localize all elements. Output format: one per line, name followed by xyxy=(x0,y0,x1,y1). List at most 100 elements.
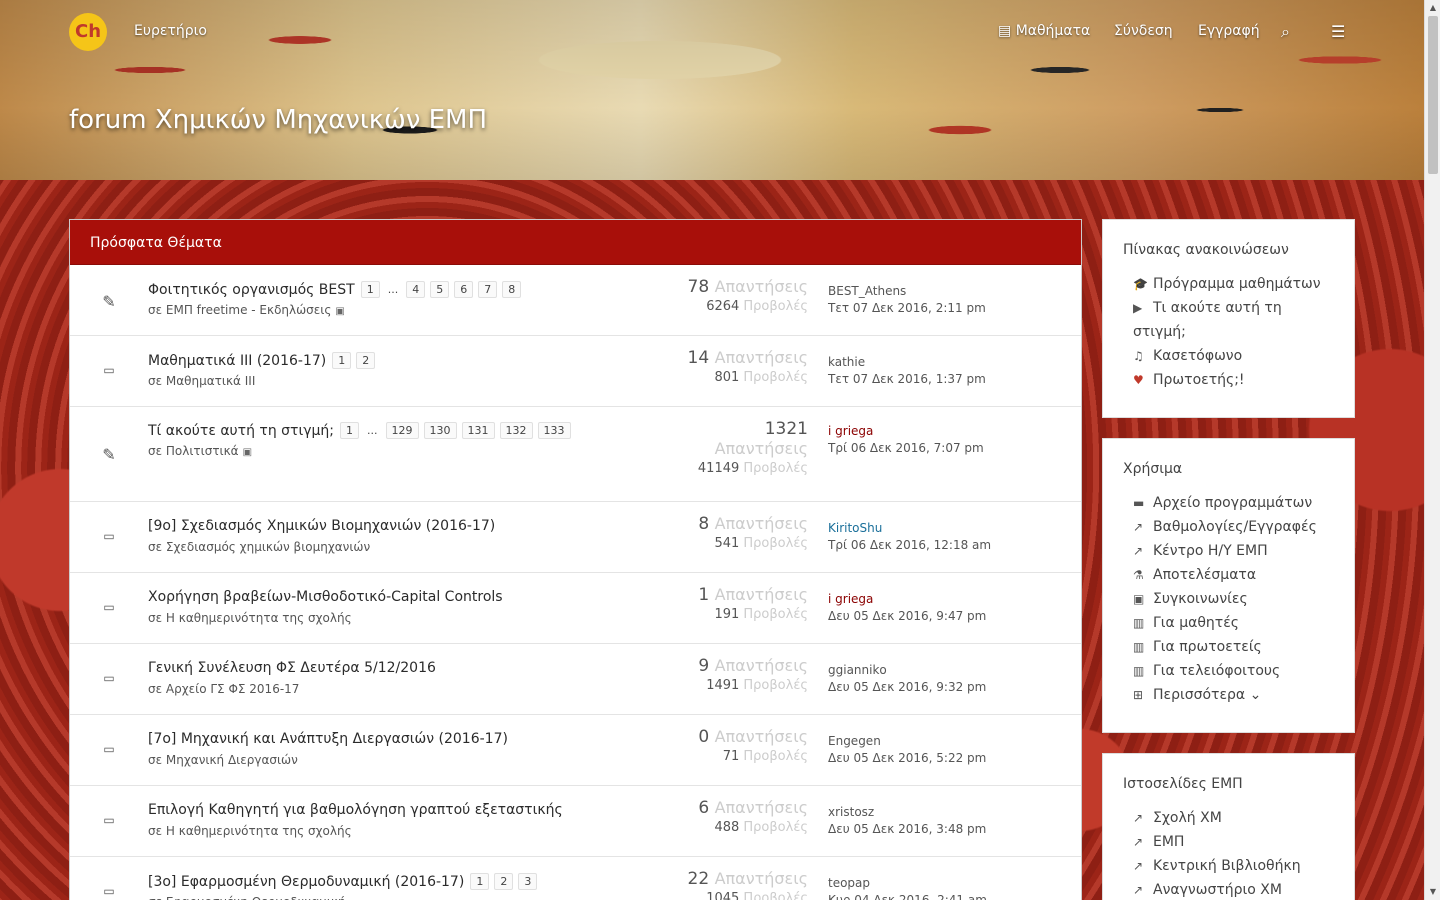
hamburger-icon[interactable]: ☰ xyxy=(1331,22,1345,41)
pagination-page[interactable]: 132 xyxy=(499,422,533,439)
website-link[interactable]: ↗ Σχολή ΧΜ xyxy=(1123,806,1334,830)
pagination-page[interactable]: 6 xyxy=(454,281,474,298)
scroll-down-arrow[interactable]: ▼ xyxy=(1425,884,1440,900)
useful-link[interactable]: ▥ Για πρωτοετείς xyxy=(1123,635,1334,659)
announcements-title: Πίνακας ανακοινώσεων xyxy=(1123,242,1289,258)
useful-label: Για τελειόφοιτους xyxy=(1153,663,1281,679)
topic-title-line: Χορήγηση βραβείων-Μισθοδοτικό-Capital Co… xyxy=(148,589,503,605)
pagination-page[interactable]: 131 xyxy=(461,422,495,439)
forum-link[interactable]: Σχεδιασμός χημικών βιομηχανιών xyxy=(166,540,370,554)
forum-link[interactable]: Εφαρμοσμένη Θερμοδυναμική xyxy=(166,895,346,900)
reply-number: 9 xyxy=(698,656,715,676)
topic-forum: σε Σχεδιασμός χημικών βιομηχανιών xyxy=(148,540,370,554)
reply-count: 6 Απαντήσεις xyxy=(698,798,808,818)
useful-link[interactable]: ⚗ Αποτελέσματα xyxy=(1123,563,1334,587)
useful-link[interactable]: ↗ Κέντρο Η/Υ ΕΜΠ xyxy=(1123,539,1334,563)
topic-title-link[interactable]: Επιλογή Καθηγητή για βαθμολόγηση γραπτού… xyxy=(148,802,563,818)
search-icon[interactable]: ⌕ xyxy=(1281,22,1290,42)
topic-title-link[interactable]: Τί ακούτε αυτή τη στιγμή; xyxy=(148,423,334,439)
topic-title-link[interactable]: [9ο] Σχεδιασμός Χημικών Βιομηχανιών (201… xyxy=(148,518,495,534)
last-post-author[interactable]: KiritoShu xyxy=(828,521,991,535)
website-link[interactable]: ↗ Αναγνωστήριο ΧΜ xyxy=(1123,878,1334,900)
last-post-author[interactable]: i griega xyxy=(828,592,986,606)
reply-number: 6 xyxy=(698,798,715,818)
pagination-page[interactable]: 133 xyxy=(537,422,571,439)
useful-link[interactable]: ▣ Συγκοινωνίες xyxy=(1123,587,1334,611)
reply-count: 22 Απαντήσεις xyxy=(688,869,808,889)
forum-link[interactable]: Η καθημερινότητα της σχολής xyxy=(166,611,352,625)
forum-link[interactable]: Πολιτιστικά xyxy=(166,444,239,458)
useful-label: Αρχείο προγραμμάτων xyxy=(1153,495,1313,511)
pagination-page[interactable]: 7 xyxy=(478,281,498,298)
pagination-page[interactable]: 1 xyxy=(360,281,380,298)
heart-icon: ♥ xyxy=(1133,373,1144,387)
last-post: xristosz Δευ 05 Δεκ 2016, 3:48 pm xyxy=(828,805,986,836)
pagination-page[interactable]: 5 xyxy=(430,281,450,298)
reply-number: 14 xyxy=(687,348,715,368)
announcement-link[interactable]: ♫ Κασετόφωνο xyxy=(1123,344,1334,368)
useful-link[interactable]: ↗ Βαθμολογίες/Εγγραφές xyxy=(1123,515,1334,539)
nav-register-link[interactable]: Εγγραφή xyxy=(1198,23,1260,39)
announcement-link[interactable]: ♥ Πρωτοετής;! xyxy=(1123,368,1334,392)
website-link[interactable]: ↗ ΕΜΠ xyxy=(1123,830,1334,854)
nav-courses-link[interactable]: ▤ Μαθήματα xyxy=(998,23,1090,39)
forum-link[interactable]: Μηχανική Διεργασιών xyxy=(166,753,298,767)
announcement-link[interactable]: ▶ Τι ακούτε αυτή τη στιγμή; xyxy=(1123,296,1334,344)
nav-login-link[interactable]: Σύνδεση xyxy=(1114,23,1173,39)
topic-title-link[interactable]: Φοιτητικός οργανισμός BEST xyxy=(148,282,355,298)
website-link[interactable]: ↗ Κεντρική Βιβλιοθήκη xyxy=(1123,854,1334,878)
topic-title-link[interactable]: Χορήγηση βραβείων-Μισθοδοτικό-Capital Co… xyxy=(148,589,503,605)
topic-title-link[interactable]: Γενική Συνέλευση ΦΣ Δευτέρα 5/12/2016 xyxy=(148,660,436,676)
view-count: 541 Προβολές xyxy=(698,536,808,551)
nav-index-link[interactable]: Ευρετήριο xyxy=(134,23,207,39)
pagination-page[interactable]: 129 xyxy=(385,422,419,439)
pagination-page[interactable]: 1 xyxy=(470,873,490,890)
last-post-author[interactable]: i griega xyxy=(828,424,984,438)
websites-title: Ιστοσελίδες ΕΜΠ xyxy=(1123,776,1243,792)
vertical-scrollbar[interactable]: ▲ ▼ xyxy=(1424,0,1440,900)
view-count: 6264 Προβολές xyxy=(688,299,808,314)
reply-count: 1321 Απαντήσεις xyxy=(698,419,808,459)
topic-title-line: [3ο] Εφαρμοσμένη Θερμοδυναμική (2016-17)… xyxy=(148,873,542,890)
forum-link[interactable]: Αρχείο ΓΣ ΦΣ 2016-17 xyxy=(166,682,300,696)
last-post: i griega Τρί 06 Δεκ 2016, 7:07 pm xyxy=(828,424,984,455)
useful-link[interactable]: ▥ Για μαθητές xyxy=(1123,611,1334,635)
topic-title-link[interactable]: Μαθηματικά ΙΙΙ (2016-17) xyxy=(148,353,326,369)
site-logo[interactable]: Ch xyxy=(69,13,107,51)
pagination-page[interactable]: 2 xyxy=(356,352,376,369)
last-post-author[interactable]: ggiannikο xyxy=(828,663,986,677)
useful-link[interactable]: ⊞ Περισσότερα ⌄ xyxy=(1123,683,1334,707)
pagination-page[interactable]: 130 xyxy=(423,422,457,439)
useful-link[interactable]: ▬ Αρχείο προγραμμάτων xyxy=(1123,491,1334,515)
forum-link[interactable]: Η καθημερινότητα της σχολής xyxy=(166,824,352,838)
pagination-page[interactable]: 2 xyxy=(494,873,514,890)
last-post-author[interactable]: BEST_Athens xyxy=(828,284,986,298)
useful-link[interactable]: ▥ Για τελειόφοιτους xyxy=(1123,659,1334,683)
pagination-page[interactable]: 4 xyxy=(406,281,426,298)
forum-link[interactable]: Μαθηματικά ΙΙΙ xyxy=(166,374,255,388)
reply-count: 0 Απαντήσεις xyxy=(698,727,808,747)
scroll-thumb[interactable] xyxy=(1428,16,1438,174)
last-post-author[interactable]: Engegen xyxy=(828,734,986,748)
pagination-page[interactable]: 1 xyxy=(332,352,352,369)
scroll-up-arrow[interactable]: ▲ xyxy=(1425,0,1440,16)
topic-stats: 6 Απαντήσεις 488 Προβολές xyxy=(698,798,808,835)
last-post: BEST_Athens Τετ 07 Δεκ 2016, 2:11 pm xyxy=(828,284,986,315)
forum-prefix: σε xyxy=(148,682,166,696)
music-icon: ♫ xyxy=(1133,349,1144,363)
last-post-author[interactable]: teopap xyxy=(828,876,987,890)
forum-link[interactable]: ΕΜΠ freetime - Εκδηλώσεις xyxy=(166,303,331,317)
pagination-page[interactable]: 8 xyxy=(502,281,522,298)
pagination-page[interactable]: 1 xyxy=(340,422,359,439)
comment-icon: ▭ xyxy=(103,600,115,614)
reply-number: 1 xyxy=(698,585,715,605)
topic-forum: σε Μηχανική Διεργασιών xyxy=(148,753,298,767)
topic-title-link[interactable]: [3ο] Εφαρμοσμένη Θερμοδυναμική (2016-17) xyxy=(148,874,464,890)
topic-title-link[interactable]: [7ο] Μηχανική και Ανάπτυξη Διεργασιών (2… xyxy=(148,731,508,747)
last-post-author[interactable]: kathie xyxy=(828,355,986,369)
topic-row: ▭ Γενική Συνέλευση ΦΣ Δευτέρα 5/12/2016 σε… xyxy=(70,644,1081,715)
topic-title-line: Τί ακούτε αυτή τη στιγμή; 1... 129 130 131 13… xyxy=(148,422,576,439)
announcement-link[interactable]: 🎓 Πρόγραμμα μαθημάτων xyxy=(1123,272,1334,296)
pagination-page[interactable]: 3 xyxy=(518,873,538,890)
last-post-author[interactable]: xristosz xyxy=(828,805,986,819)
